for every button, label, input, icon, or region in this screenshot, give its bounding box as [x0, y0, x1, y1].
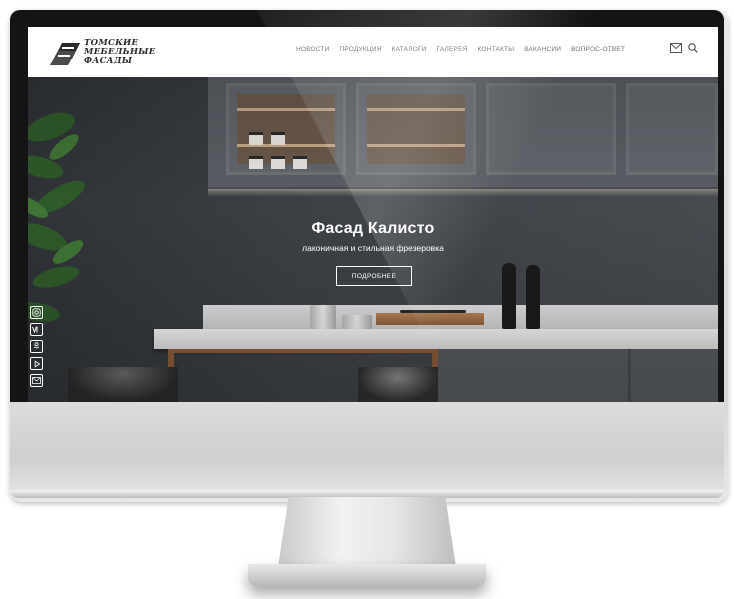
nav-item-catalogs[interactable]: КАТАЛОГИ — [392, 46, 427, 53]
youtube-icon[interactable] — [30, 357, 43, 370]
nav-item-vacancies[interactable]: ВАКАНСИИ — [524, 46, 561, 53]
nav-item-faq[interactable]: ВОПРОС-ОТВЕТ — [571, 46, 625, 53]
header-icons — [670, 43, 698, 53]
monitor-stand-base — [248, 564, 486, 586]
nav-item-gallery[interactable]: ГАЛЕРЕЯ — [437, 46, 468, 53]
hero-banner: Фасад Калисто лаконичная и стильная фрез… — [28, 77, 718, 402]
nav-item-contacts[interactable]: КОНТАКТЫ — [478, 46, 515, 53]
logo-line-3: ФАСАДЫ — [84, 55, 133, 66]
vk-icon[interactable] — [30, 323, 43, 336]
site-header: ТОМСКИЕ МЕБЕЛЬНЫЕ ФАСАДЫ НОВОСТИ ПРОДУКЦ… — [28, 27, 718, 77]
monitor-stand-neck — [278, 497, 456, 567]
social-links — [30, 306, 43, 387]
main-nav: НОВОСТИ ПРОДУКЦИЯ КАТАЛОГИ ГАЛЕРЕЯ КОНТА… — [296, 46, 635, 53]
more-details-button[interactable]: ПОДРОБНЕЕ — [336, 266, 412, 286]
browser-screen: ТОМСКИЕ МЕБЕЛЬНЫЕ ФАСАДЫ НОВОСТИ ПРОДУКЦ… — [28, 27, 718, 402]
mail-icon[interactable] — [670, 43, 682, 53]
search-icon[interactable] — [688, 43, 698, 53]
logo-text: ТОМСКИЕ МЕБЕЛЬНЫЕ ФАСАДЫ — [84, 38, 156, 66]
monitor-chin-edge — [10, 490, 724, 498]
odnoklassniki-icon[interactable] — [30, 340, 43, 353]
hero-subtitle: лаконичная и стильная фрезеровка — [302, 243, 444, 253]
nav-item-news[interactable]: НОВОСТИ — [296, 46, 329, 53]
nav-item-products[interactable]: ПРОДУКЦИЯ — [339, 46, 381, 53]
logo-icon — [50, 43, 80, 65]
monitor-chin — [10, 402, 724, 497]
mail-icon[interactable] — [30, 374, 43, 387]
hero-title: Фасад Калисто — [311, 220, 435, 237]
hero-overlay — [28, 77, 718, 402]
instagram-icon[interactable] — [30, 306, 43, 319]
site-logo[interactable]: ТОМСКИЕ МЕБЕЛЬНЫЕ ФАСАДЫ — [50, 37, 156, 67]
